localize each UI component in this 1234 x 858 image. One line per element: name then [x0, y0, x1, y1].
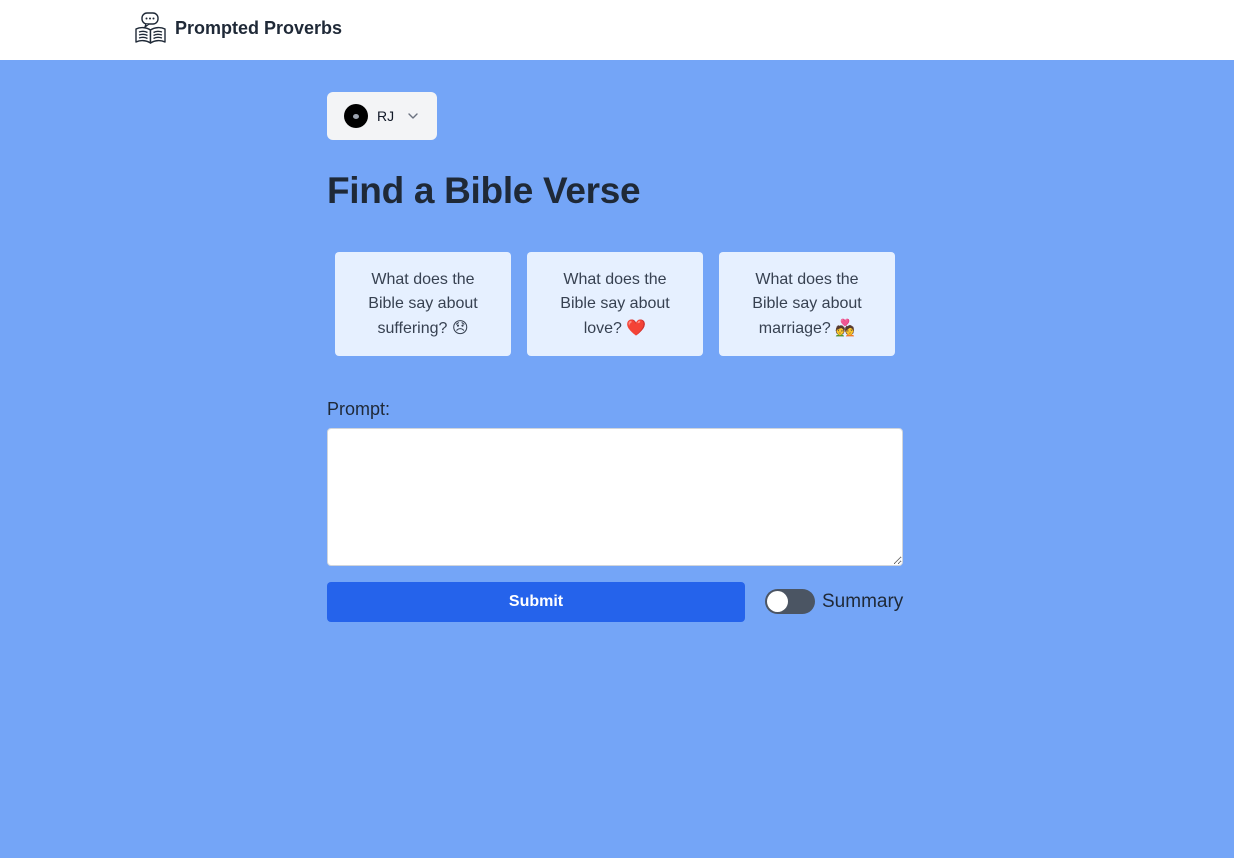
brand-name: Prompted Proverbs: [175, 17, 343, 38]
summary-toggle[interactable]: [765, 589, 815, 614]
red-heart-icon: ❤️: [626, 317, 647, 337]
user-initials: RJ: [377, 108, 395, 124]
suggestion-card-marriage[interactable]: What does the Bible say about marriage? …: [719, 252, 895, 356]
suggestion-card-suffering[interactable]: What does the Bible say about suffering?…: [335, 252, 511, 356]
avatar: [344, 104, 368, 128]
toggle-knob: [767, 591, 788, 612]
suggestion-text: What does the Bible say about suffering?…: [368, 270, 478, 337]
disappointed-face-icon: 😞: [451, 317, 469, 337]
prompt-input[interactable]: [327, 428, 903, 566]
page-title: Find a Bible Verse: [327, 170, 641, 211]
submit-button[interactable]: Submit: [327, 582, 745, 622]
brand-logo[interactable]: Prompted Proverbs: [134, 10, 342, 46]
suggestion-text: What does the Bible say about love? ❤️: [560, 270, 670, 337]
chevron-down-icon: [408, 113, 418, 119]
user-menu-button[interactable]: RJ: [327, 92, 437, 140]
top-header: Prompted Proverbs: [0, 0, 1234, 60]
prompt-label: Prompt:: [327, 399, 391, 419]
couple-with-heart-icon: 💑: [835, 317, 856, 337]
suggestion-card-love[interactable]: What does the Bible say about love? ❤️: [527, 252, 703, 356]
summary-label: Summary: [822, 591, 904, 612]
suggestion-text: What does the Bible say about marriage? …: [752, 270, 862, 337]
open-book-speech-bubble-icon: [135, 12, 166, 44]
avatar-image: [353, 113, 359, 119]
